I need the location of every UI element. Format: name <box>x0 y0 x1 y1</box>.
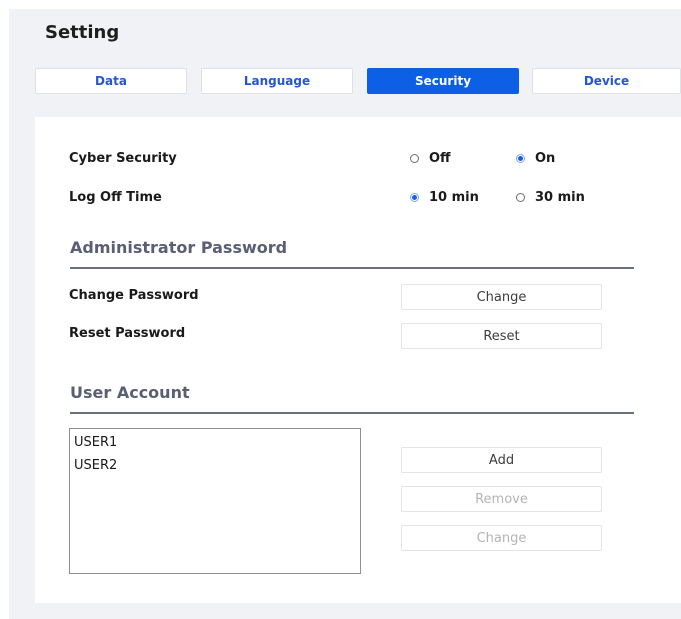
cyber-security-off-radio[interactable]: Off <box>410 151 451 166</box>
add-user-button[interactable]: Add <box>401 447 602 473</box>
tab-device[interactable]: Device <box>532 68 681 94</box>
section-divider <box>70 267 634 269</box>
radio-checked-icon <box>410 193 419 202</box>
radio-checked-icon <box>516 154 525 163</box>
reset-password-button[interactable]: Reset <box>401 323 602 349</box>
radio-label: 10 min <box>429 190 479 205</box>
log-off-time-label: Log Off Time <box>69 190 162 205</box>
list-item[interactable]: USER2 <box>74 458 356 481</box>
radio-label: Off <box>429 151 451 166</box>
radio-unchecked-icon <box>410 154 419 163</box>
user-account-title: User Account <box>70 383 190 402</box>
tab-language[interactable]: Language <box>201 68 353 94</box>
reset-password-label: Reset Password <box>69 326 186 341</box>
list-item[interactable]: USER1 <box>74 435 356 458</box>
log-off-10min-radio[interactable]: 10 min <box>410 190 479 205</box>
radio-label: On <box>535 151 556 166</box>
section-divider <box>70 412 634 414</box>
page-title: Setting <box>45 22 120 43</box>
admin-password-title: Administrator Password <box>70 238 288 257</box>
remove-user-button[interactable]: Remove <box>401 486 602 512</box>
radio-unchecked-icon <box>516 193 525 202</box>
change-user-button[interactable]: Change <box>401 525 602 551</box>
radio-label: 30 min <box>535 190 585 205</box>
tab-data[interactable]: Data <box>35 68 187 94</box>
log-off-30min-radio[interactable]: 30 min <box>516 190 585 205</box>
change-password-button[interactable]: Change <box>401 284 602 310</box>
cyber-security-label: Cyber Security <box>69 151 177 166</box>
change-password-label: Change Password <box>69 288 199 303</box>
cyber-security-on-radio[interactable]: On <box>516 151 555 166</box>
tab-security[interactable]: Security <box>367 68 519 94</box>
user-list[interactable]: USER1 USER2 <box>69 428 361 574</box>
